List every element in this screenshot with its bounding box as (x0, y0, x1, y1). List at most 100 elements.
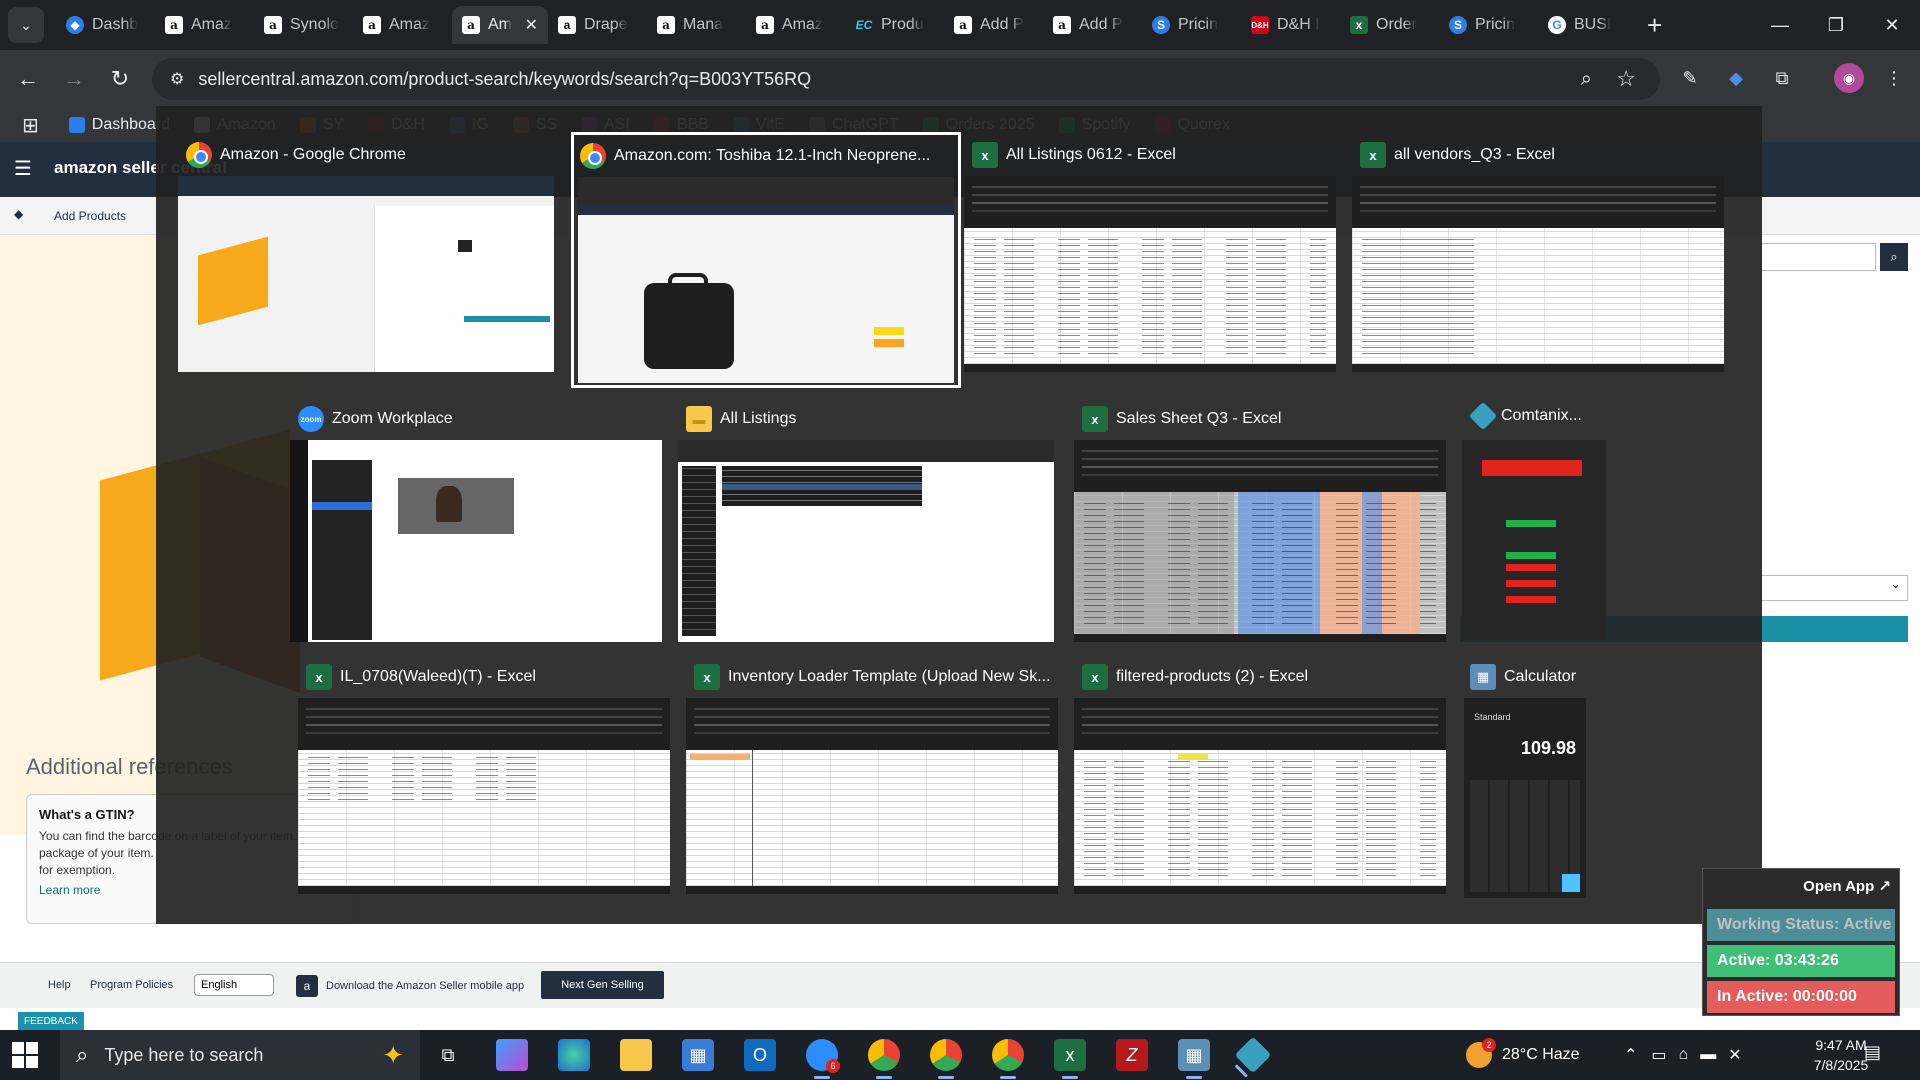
weather-widget[interactable]: 2 28°C Haze (1466, 1030, 1580, 1080)
window-caption: ▬ All Listings (686, 406, 796, 432)
tab-label: Synolo (290, 16, 339, 33)
meet-icon[interactable]: ⌂ (1679, 1046, 1689, 1064)
battery-icon[interactable]: ▬ (1700, 1046, 1716, 1064)
window-thumb-calculator[interactable]: ▦ Calculator Standard 109.98 (1462, 654, 1662, 904)
excel-taskbar-icon[interactable]: x (1054, 1039, 1086, 1079)
minimize-icon[interactable]: — (1752, 0, 1808, 50)
bookmark-star-icon[interactable]: ☆ (1616, 66, 1636, 92)
browser-tab[interactable]: ◆ Dashb (56, 6, 155, 44)
apps-grid-icon[interactable]: ⊞ (22, 113, 39, 138)
chrome-profile-2-taskbar-icon[interactable] (992, 1039, 1024, 1079)
tray-chevron-up-icon[interactable]: ⌃ (1624, 1045, 1637, 1065)
filezilla-icon[interactable]: Z (1116, 1039, 1148, 1071)
chrome-taskbar-icon[interactable] (868, 1039, 900, 1079)
chrome-profile-taskbar-icon[interactable] (930, 1039, 962, 1079)
footer-policies-link[interactable]: Program Policies (90, 979, 173, 991)
close-panel-icon[interactable]: ✕ (1898, 170, 1915, 195)
window-thumb-all-listings-excel[interactable]: x All Listings 0612 - Excel (964, 132, 1344, 372)
zoom-icon[interactable]: ⌕ (1581, 68, 1592, 91)
task-view-icon[interactable]: ⧉ (432, 1039, 464, 1071)
window-thumb-comtanix[interactable]: Comtanix... (1462, 396, 1722, 642)
browser-tab[interactable]: a Synolo (254, 6, 353, 44)
chrome-icon (580, 143, 606, 169)
tab-search-button[interactable]: ⌄ (8, 7, 44, 43)
notification-center-icon[interactable]: ▤ (1864, 1042, 1881, 1063)
zoom-taskbar-icon[interactable]: 6 (806, 1039, 840, 1079)
next-gen-selling-button[interactable]: Next Gen Selling (541, 971, 664, 999)
window-preview (964, 176, 1336, 372)
browser-tab[interactable]: a Amaz (746, 6, 845, 44)
store-icon[interactable]: ▦ (682, 1039, 714, 1071)
extension-dropbox-icon[interactable]: ◆ (1722, 64, 1750, 92)
tab-label: Pricin (1178, 16, 1219, 33)
browser-tab[interactable]: D&H D&H I (1241, 6, 1340, 44)
extension-feather-icon[interactable]: ✎ (1676, 64, 1704, 92)
browser-tab[interactable]: a Amaz (155, 6, 254, 44)
profile-avatar[interactable]: ◉ (1834, 63, 1864, 93)
excel-icon: x (694, 664, 720, 690)
browser-tab[interactable]: a Add P (1043, 6, 1142, 44)
window-thumb-zoom[interactable]: zoom Zoom Workplace (290, 396, 670, 642)
extensions-puzzle-icon[interactable]: ⧉ (1768, 64, 1796, 92)
weather-badge: 2 (1482, 1038, 1496, 1052)
browser-tab[interactable]: a Drape (548, 6, 647, 44)
panel-search-input[interactable] (1760, 243, 1876, 271)
tab-label: Am (488, 16, 512, 33)
address-bar[interactable]: ⚙ sellercentral.amazon.com/product-searc… (152, 58, 1660, 100)
taskbar-search-box[interactable]: ⌕ Type here to search ✦ (60, 1030, 420, 1080)
network-icon[interactable]: ▭ (1651, 1045, 1666, 1065)
window-preview (298, 698, 670, 894)
nav-add-products[interactable]: Add Products (54, 209, 126, 223)
comtanix-taskbar-icon[interactable] (1234, 1036, 1272, 1074)
site-info-icon[interactable]: ⚙ (170, 69, 184, 89)
browser-tab[interactable]: S Pricin (1439, 6, 1538, 44)
window-caption: x filtered-products (2) - Excel (1082, 664, 1308, 690)
browser-tab[interactable]: x Order (1340, 6, 1439, 44)
window-thumb-il0708-excel[interactable]: x IL_0708(Waleed)(T) - Excel (298, 654, 678, 894)
window-thumb-inventory-loader-excel[interactable]: x Inventory Loader Template (Upload New … (686, 654, 1066, 894)
outlook-icon[interactable]: O (744, 1039, 776, 1071)
browser-tab[interactable]: a Amaz (353, 6, 452, 44)
restore-icon[interactable]: ❐ (1808, 0, 1864, 50)
new-tab-button[interactable]: + (1647, 10, 1662, 41)
browser-tab[interactable]: S Pricin (1142, 6, 1241, 44)
window-thumb-filtered-products-excel[interactable]: x filtered-products (2) - Excel (1074, 654, 1454, 894)
bookmark-item[interactable]: Dashboard (68, 116, 170, 134)
window-preview (1352, 176, 1724, 372)
browser-tab[interactable]: EC Produ (845, 6, 944, 44)
edge-icon[interactable] (558, 1039, 590, 1071)
windows-start-icon[interactable] (12, 1042, 38, 1068)
back-button[interactable]: ← (10, 66, 46, 92)
feedback-tab[interactable]: FEEDBACK (18, 1012, 84, 1030)
download-app-link[interactable]: a Download the Amazon Seller mobile app (296, 974, 524, 998)
ec-icon: EC (855, 18, 873, 32)
window-thumb-toshiba-chrome[interactable]: Amazon.com: Toshiba 12.1-Inch Neoprene..… (571, 132, 961, 388)
calculator-icon: ▦ (1470, 664, 1496, 690)
window-thumb-amazon-chrome[interactable]: Amazon - Google Chrome (178, 132, 564, 372)
copilot-icon[interactable] (496, 1039, 528, 1071)
reload-button[interactable]: ↻ (102, 66, 138, 92)
language-select[interactable]: English (194, 974, 274, 996)
close-window-icon[interactable]: ✕ (1864, 0, 1920, 50)
panel-search-button[interactable]: ⌕ (1880, 243, 1908, 271)
file-explorer-icon[interactable] (620, 1039, 652, 1071)
hamburger-menu-icon[interactable]: ☰ (14, 156, 32, 181)
footer-help-link[interactable]: Help (48, 979, 71, 991)
browser-tab[interactable]: a Am ✕ (452, 6, 548, 44)
bookmark-pin-icon[interactable]: ◆ (14, 207, 23, 221)
calculator-taskbar-icon[interactable]: ▦ (1178, 1039, 1210, 1079)
window-thumb-all-listings-explorer[interactable]: ▬ All Listings (678, 396, 1064, 642)
browser-tab[interactable]: G BUSI (1538, 6, 1637, 44)
browser-tab[interactable]: a Mana (647, 6, 746, 44)
window-thumb-all-vendors-excel[interactable]: x all vendors_Q3 - Excel (1352, 132, 1732, 372)
volume-mute-icon[interactable]: ✕ (1728, 1045, 1741, 1065)
open-app-button[interactable]: Open App ↗ (1803, 877, 1891, 895)
desktop: ⌄ ◆ Dashb a Amaz a Synolo a Amaz a Am ✕ a Drape a Mana… (0, 0, 1920, 1080)
condition-dropdown[interactable]: ⌄ (1760, 575, 1908, 601)
forward-button[interactable]: → (56, 66, 92, 92)
close-tab-icon[interactable]: ✕ (525, 15, 538, 35)
dh-icon: D&H (1251, 16, 1269, 34)
browser-tab[interactable]: a Add P (944, 6, 1043, 44)
window-thumb-sales-sheet-excel[interactable]: x Sales Sheet Q3 - Excel (1074, 396, 1454, 642)
browser-menu-icon[interactable]: ⋮ (1880, 64, 1908, 92)
